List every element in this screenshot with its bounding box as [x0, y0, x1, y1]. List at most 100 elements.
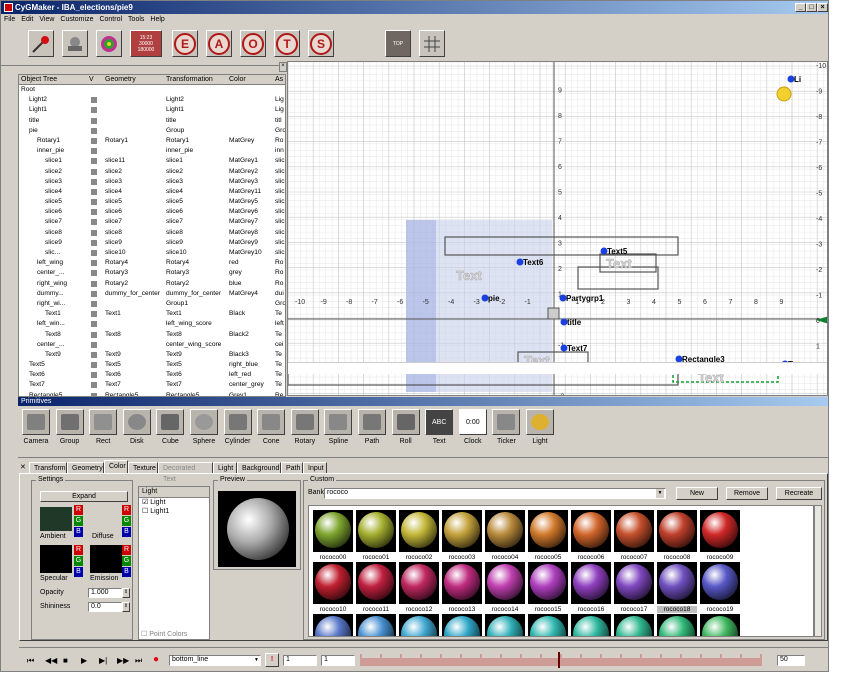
visibility-icon[interactable]: [91, 372, 97, 379]
visibility-icon[interactable]: [91, 239, 97, 246]
opacity-spinner[interactable]: ⇕: [122, 588, 130, 598]
stop-icon[interactable]: ■: [63, 656, 68, 665]
specular-b[interactable]: B: [74, 567, 83, 577]
material-scrollbar[interactable]: [814, 505, 822, 637]
primitive-cylinder-button[interactable]: Cylinder: [223, 409, 253, 445]
tree-row[interactable]: pie Group Gro: [19, 126, 285, 136]
visibility-icon[interactable]: [91, 209, 97, 216]
tree-row[interactable]: slice7 slice7 slice7 MatGrey7 slic: [19, 217, 285, 227]
material-swatch[interactable]: rococo11: [356, 562, 396, 622]
visibility-icon[interactable]: [91, 321, 97, 328]
visibility-icon[interactable]: [91, 270, 97, 277]
top-view-button[interactable]: TOP: [385, 30, 411, 57]
emission-r[interactable]: R: [122, 545, 131, 555]
material-swatch[interactable]: [700, 614, 740, 636]
tab-color[interactable]: Color: [104, 460, 128, 474]
rewind-icon[interactable]: ◀◀: [45, 656, 57, 665]
bank-select[interactable]: rococo ▼: [324, 488, 666, 499]
tree-row[interactable]: slice8 slice8 slice8 MatGrey8 slic: [19, 228, 285, 238]
visibility-icon[interactable]: [91, 260, 97, 267]
record-icon[interactable]: ●: [153, 654, 159, 665]
viewport-hscroll[interactable]: [288, 362, 827, 374]
visibility-icon[interactable]: [91, 137, 97, 144]
menu-file[interactable]: File: [1, 16, 18, 23]
step-forward-icon[interactable]: ▶|: [99, 656, 107, 665]
viewport-3d[interactable]: -10 -9 -8 -7 -6 -5 -4 -3 -2 -1 1 2 3 4 5 6 7 8 9 9 8 7 6 5 4 3 2 1-…: [287, 61, 828, 396]
tree-row[interactable]: right_wing Rotary2 Rotary2 blue Ro: [19, 279, 285, 289]
visibility-icon[interactable]: [91, 148, 97, 155]
tree-row[interactable]: Text1 Text1 Text1 Black Te: [19, 309, 285, 319]
visibility-icon[interactable]: [91, 168, 97, 175]
tree-row[interactable]: slice9 slice9 slice9 MatGrey9 slic: [19, 238, 285, 248]
viewport-canvas[interactable]: -10 -9 -8 -7 -6 -5 -4 -3 -2 -1 1 2 3 4 5 6 7 8 9987654321-…: [288, 62, 828, 396]
material-swatch[interactable]: rococo08: [657, 510, 697, 570]
emission-b[interactable]: B: [122, 567, 131, 577]
visibility-icon[interactable]: [91, 331, 97, 338]
light-item[interactable]: ☑ Light: [139, 498, 209, 507]
material-swatch[interactable]: [356, 614, 396, 636]
material-swatch[interactable]: rococo13: [442, 562, 482, 622]
primitive-roll-button[interactable]: Roll: [391, 409, 421, 445]
col-object-tree[interactable]: Object Tree: [21, 76, 57, 83]
chevron-down-icon[interactable]: ▼: [254, 656, 259, 664]
material-swatch[interactable]: [657, 614, 697, 636]
letter-o-button[interactable]: O: [240, 30, 266, 57]
checkbox-unchecked-icon[interactable]: ☐: [142, 508, 148, 515]
visibility-icon[interactable]: [91, 300, 97, 307]
chevron-down-icon[interactable]: ▼: [656, 489, 664, 498]
visibility-icon[interactable]: [91, 229, 97, 236]
material-swatch[interactable]: rococo03: [442, 510, 482, 570]
material-swatch[interactable]: rococo19: [700, 562, 740, 622]
alert-button[interactable]: !: [265, 653, 279, 667]
material-swatch[interactable]: [399, 614, 439, 636]
material-swatch[interactable]: [313, 614, 353, 636]
primitive-cone-button[interactable]: Cone: [256, 409, 286, 445]
ambient-b[interactable]: B: [74, 527, 83, 537]
tree-row[interactable]: center_... center_wing_score cei: [19, 340, 285, 350]
tree-row[interactable]: dummy... dummy_for_center dummy_for_center…: [19, 289, 285, 299]
primitive-disk-button[interactable]: Disk: [122, 409, 152, 445]
tree-row[interactable]: Light2 Light2 Lig: [19, 95, 285, 105]
timeline-ruler[interactable]: [359, 652, 773, 668]
menu-tools[interactable]: Tools: [125, 16, 147, 23]
tabs-close-icon[interactable]: ✕: [20, 463, 28, 471]
material-swatch[interactable]: [571, 614, 611, 636]
material-swatch[interactable]: rococo04: [485, 510, 525, 570]
minimize-button[interactable]: _: [795, 3, 806, 12]
primitive-group-button[interactable]: Group: [55, 409, 85, 445]
col-geometry[interactable]: Geometry: [105, 76, 136, 83]
tree-row[interactable]: title title titl: [19, 116, 285, 126]
track-select[interactable]: bottom_line ▼: [169, 655, 261, 666]
frame-b-input[interactable]: 1: [321, 655, 355, 666]
primitive-light-button[interactable]: Light: [525, 409, 555, 445]
material-swatch[interactable]: rococo16: [571, 562, 611, 622]
material-swatch[interactable]: rococo12: [399, 562, 439, 622]
tree-row[interactable]: inner_pie inner_pie inn: [19, 146, 285, 156]
material-swatch[interactable]: rococo02: [399, 510, 439, 570]
menu-help[interactable]: Help: [147, 16, 167, 23]
material-swatch[interactable]: [442, 614, 482, 636]
col-visible[interactable]: V: [89, 76, 94, 83]
visibility-icon[interactable]: [91, 250, 97, 256]
tree-row[interactable]: slice4 slice4 slice4 MatGrey11 slic: [19, 187, 285, 197]
visibility-icon[interactable]: [91, 280, 97, 287]
ambient-swatch[interactable]: [40, 507, 72, 531]
visibility-icon[interactable]: [91, 199, 97, 206]
visibility-icon[interactable]: [91, 97, 97, 104]
frame-a-input[interactable]: 1: [283, 655, 317, 666]
shininess-input[interactable]: 0.0: [88, 602, 122, 612]
primitive-rotary-button[interactable]: Rotary: [290, 409, 320, 445]
tree-row[interactable]: Text8 Text8 Text8 Black2 Te: [19, 330, 285, 340]
material-swatch[interactable]: rococo18: [657, 562, 697, 622]
visibility-icon[interactable]: [91, 351, 97, 358]
visibility-icon[interactable]: [91, 290, 97, 297]
new-button[interactable]: New: [676, 487, 718, 500]
remove-button[interactable]: Remove: [726, 487, 768, 500]
primitive-spline-button[interactable]: Spline: [323, 409, 353, 445]
emission-swatch[interactable]: [90, 545, 122, 573]
col-as[interactable]: As: [275, 76, 283, 83]
tree-row[interactable]: Text5 Text5 Text5 right_blue Te: [19, 360, 285, 370]
material-swatch[interactable]: rococo01: [356, 510, 396, 570]
tree-row[interactable]: Root: [19, 85, 285, 95]
tree-row[interactable]: left_win... left_wing_score left: [19, 319, 285, 329]
